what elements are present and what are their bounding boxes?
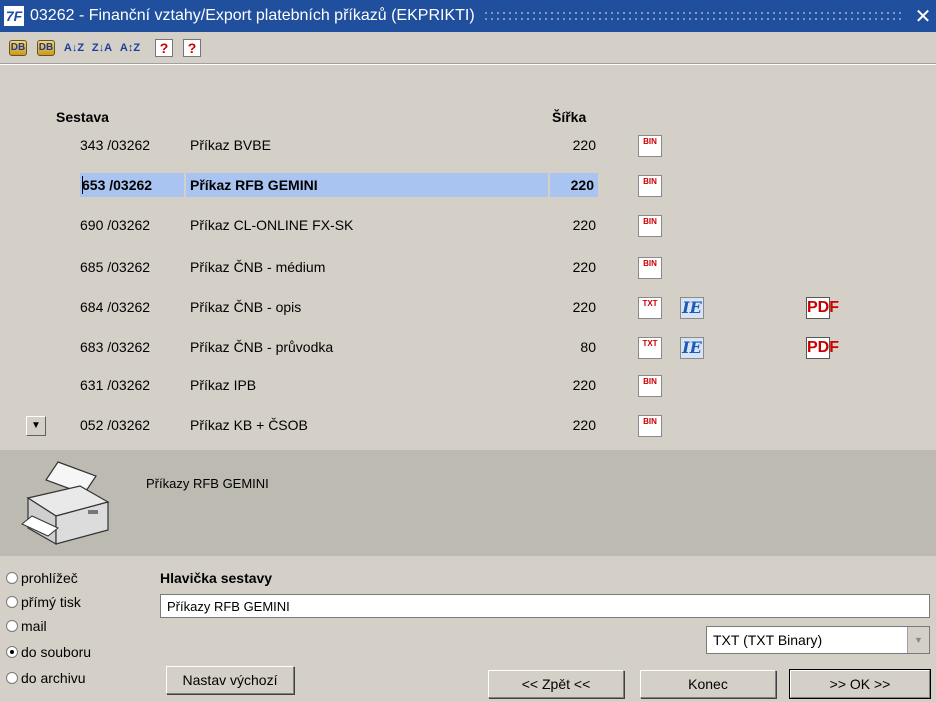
column-header-sirka: Šířka (552, 109, 587, 125)
help-button[interactable]: ? (152, 35, 176, 60)
report-width: 220 (572, 137, 596, 153)
list-item[interactable]: 685 /03262 Příkaz ČNB - médium 220 BIN (0, 253, 936, 283)
report-width: 220 (550, 173, 598, 197)
database-query-button[interactable]: DB (6, 35, 30, 60)
report-name: Příkaz ČNB - médium (190, 259, 326, 275)
sort-custom-icon: A↕Z (119, 41, 141, 54)
radio-label: prohlížeč (21, 570, 78, 586)
preview-description: Příkazy RFB GEMINI (146, 476, 269, 491)
bin-format-icon[interactable]: BIN (638, 175, 662, 197)
bin-format-icon[interactable]: BIN (638, 375, 662, 397)
database-edit-button[interactable]: DB (34, 35, 58, 60)
radio-label: mail (21, 618, 47, 634)
title-grip[interactable] (482, 10, 904, 22)
format-select[interactable]: TXT (TXT Binary) ▼ (706, 626, 930, 654)
sort-descending-button[interactable]: Z↓A (90, 35, 114, 60)
bin-format-icon[interactable]: BIN (638, 415, 662, 437)
report-width: 220 (572, 259, 596, 275)
internet-explorer-icon[interactable]: IE (680, 297, 704, 319)
report-id: 690 /03262 (80, 217, 151, 233)
sort-ascending-icon: A↓Z (63, 41, 85, 54)
help-icon: ? (155, 38, 173, 57)
toolbar: DB DB A↓Z Z↓A A↕Z ? ? (0, 32, 936, 64)
context-help-button[interactable]: ? (180, 35, 204, 60)
close-icon[interactable]: ✕ (912, 4, 934, 29)
report-id: 685 /03262 (80, 259, 151, 275)
report-list: Sestava Šířka 343 /03262 Příkaz BVBE 220… (0, 65, 936, 450)
report-width: 80 (580, 339, 596, 355)
radio-do-souboru[interactable]: do souboru (6, 644, 91, 660)
radio-prohlizec[interactable]: prohlížeč (6, 570, 78, 586)
radio-label: do archivu (21, 670, 86, 686)
radio-mail[interactable]: mail (6, 618, 47, 634)
report-id: 052 /03262 (80, 417, 151, 433)
txt-format-icon[interactable]: TXT (638, 337, 662, 359)
report-name: Příkaz BVBE (190, 137, 271, 153)
sort-descending-icon: Z↓A (91, 41, 113, 54)
list-item-selected[interactable]: 653 /03262 Příkaz RFB GEMINI 220 BIN (0, 171, 936, 201)
report-id: 683 /03262 (80, 339, 151, 355)
app-icon: 7F (4, 6, 24, 26)
database-edit-icon: DB (37, 39, 55, 56)
list-item[interactable]: 684 /03262 Příkaz ČNB - opis 220 TXT IE … (0, 293, 936, 323)
output-options: prohlížeč přímý tisk mail do souboru do … (0, 556, 936, 702)
report-width: 220 (572, 377, 596, 393)
back-button[interactable]: << Zpět << (488, 670, 624, 698)
scroll-down-icon[interactable]: ▼ (26, 416, 46, 436)
set-default-button[interactable]: Nastav výchozí (166, 666, 294, 694)
radio-indicator[interactable] (6, 672, 18, 684)
title-bar: 7F 03262 - Finanční vztahy/Export plateb… (0, 0, 936, 32)
radio-primy-tisk[interactable]: přímý tisk (6, 594, 81, 610)
report-name: Příkaz RFB GEMINI (186, 173, 548, 197)
txt-format-icon[interactable]: TXT (638, 297, 662, 319)
chevron-down-icon[interactable]: ▼ (907, 627, 929, 653)
list-item[interactable]: ▼ 052 /03262 Příkaz KB + ČSOB 220 BIN (0, 411, 936, 441)
sort-custom-button[interactable]: A↕Z (118, 35, 142, 60)
pdf-icon[interactable]: PDF (806, 337, 839, 359)
report-name: Příkaz ČNB - opis (190, 299, 302, 315)
report-width: 220 (572, 417, 596, 433)
header-field-label: Hlavička sestavy (160, 570, 273, 586)
bin-format-icon[interactable]: BIN (638, 135, 662, 157)
bin-format-icon[interactable]: BIN (638, 215, 662, 237)
bin-format-icon[interactable]: BIN (638, 257, 662, 279)
radio-indicator[interactable] (6, 620, 18, 632)
list-item[interactable]: 683 /03262 Příkaz ČNB - průvodka 80 TXT … (0, 333, 936, 363)
radio-label: přímý tisk (21, 594, 81, 610)
radio-indicator-checked[interactable] (6, 646, 18, 658)
report-width: 220 (572, 217, 596, 233)
report-id: 653 /03262 (80, 173, 184, 197)
report-name: Příkaz KB + ČSOB (190, 417, 308, 433)
report-id: 343 /03262 (80, 137, 151, 153)
printer-icon (21, 461, 110, 546)
list-item[interactable]: 343 /03262 Příkaz BVBE 220 BIN (0, 131, 936, 161)
report-id: 631 /03262 (80, 377, 151, 393)
report-preview: Příkazy RFB GEMINI (0, 450, 936, 556)
report-name: Příkaz IPB (190, 377, 257, 393)
column-header-sestava: Sestava (56, 109, 109, 125)
list-item[interactable]: 690 /03262 Příkaz CL-ONLINE FX-SK 220 BI… (0, 211, 936, 241)
window-title: 03262 - Finanční vztahy/Export platebníc… (30, 7, 475, 24)
ok-button[interactable]: >> OK >> (789, 669, 931, 699)
radio-label: do souboru (21, 644, 92, 660)
report-name: Příkaz ČNB - průvodka (190, 339, 334, 355)
report-width: 220 (572, 299, 596, 315)
format-select-value: TXT (TXT Binary) (713, 632, 823, 648)
end-button[interactable]: Konec (640, 670, 776, 698)
radio-indicator[interactable] (6, 596, 18, 608)
radio-indicator[interactable] (6, 572, 18, 584)
radio-do-archivu[interactable]: do archivu (6, 670, 86, 686)
internet-explorer-icon[interactable]: IE (680, 337, 704, 359)
sort-ascending-button[interactable]: A↓Z (62, 35, 86, 60)
pdf-icon[interactable]: PDF (806, 297, 839, 319)
report-name: Příkaz CL-ONLINE FX-SK (190, 217, 354, 233)
text-cursor (82, 176, 83, 194)
report-id: 684 /03262 (80, 299, 151, 315)
database-query-icon: DB (9, 39, 27, 56)
context-help-icon: ? (183, 38, 201, 57)
header-input[interactable] (160, 594, 930, 618)
list-item[interactable]: 631 /03262 Příkaz IPB 220 BIN (0, 371, 936, 401)
